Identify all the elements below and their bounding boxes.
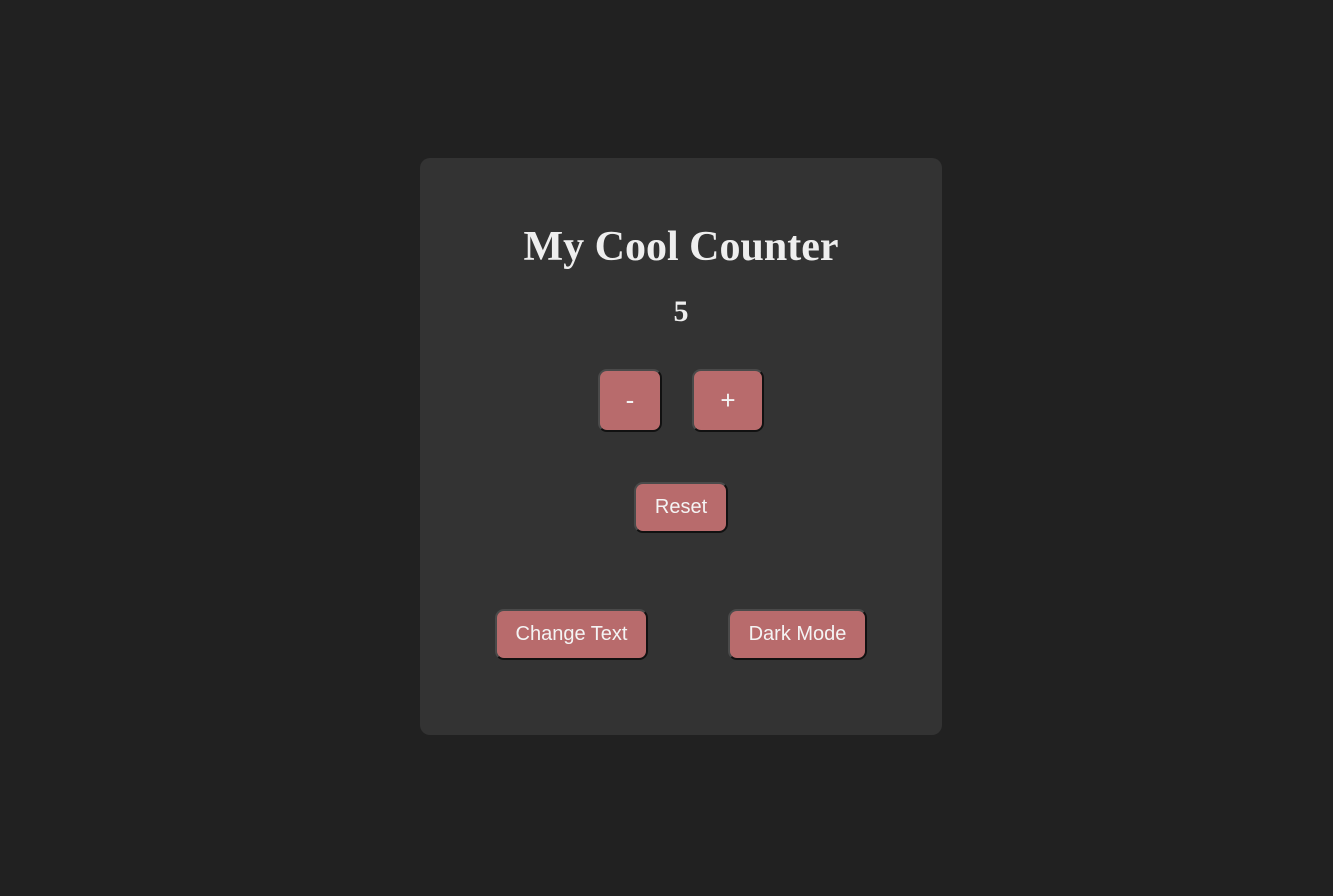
- counter-card: My Cool Counter 5 - + Reset Change Text …: [420, 158, 942, 735]
- reset-button[interactable]: Reset: [634, 482, 728, 533]
- change-text-button[interactable]: Change Text: [495, 609, 648, 660]
- increment-button[interactable]: +: [692, 369, 764, 432]
- decrement-button[interactable]: -: [598, 369, 662, 432]
- dark-mode-button[interactable]: Dark Mode: [728, 609, 867, 660]
- counter-value: 5: [673, 295, 689, 328]
- page-title: My Cool Counter: [523, 224, 839, 270]
